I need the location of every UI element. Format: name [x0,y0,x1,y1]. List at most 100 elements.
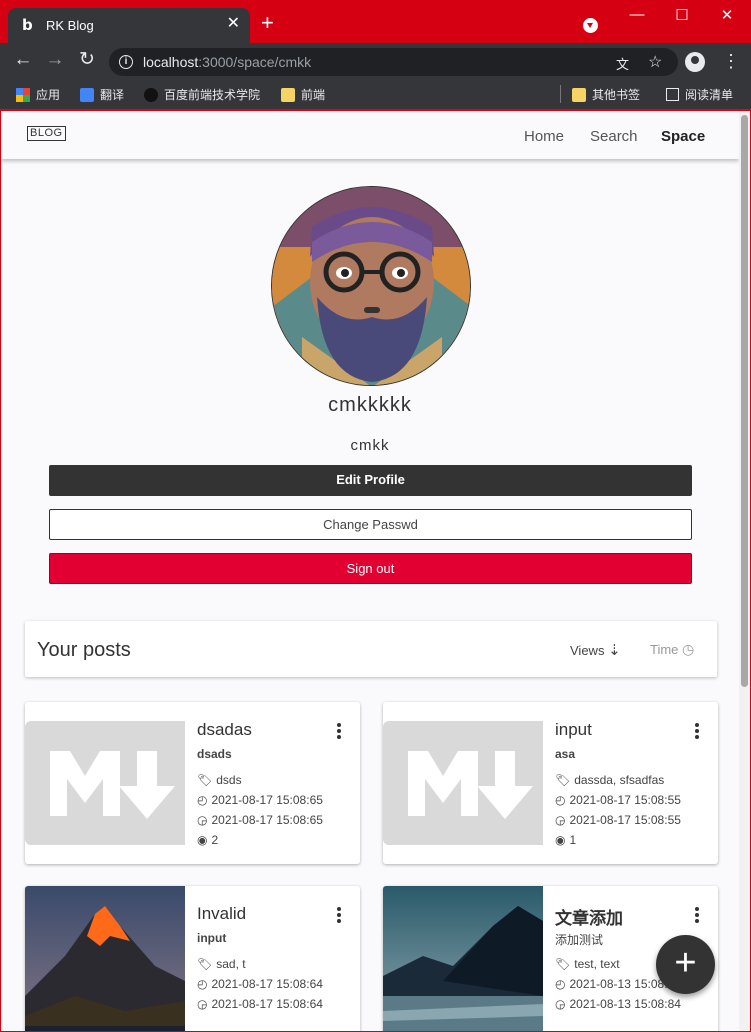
post-updated: ◶ 2021-08-13 15:08:84 [555,997,681,1011]
browser-menu-icon[interactable]: ⋮ [722,51,740,71]
post-title[interactable]: 文章添加 [555,904,623,929]
avatar [271,186,471,386]
page-content: BLOG Home Search Space cmkkkkk cmkk Edit… [1,111,739,1031]
sort-by-time[interactable]: Time ◷ [650,641,694,658]
post-created: ◴ 2021-08-17 15:08:65 [197,793,323,807]
maximize-icon[interactable]: ☐ [659,6,705,24]
post-card[interactable]: dsadas dsads 🏷 dsds ◴ 2021-08-17 15:08:65 … [25,702,360,864]
page-scrollbar[interactable] [739,111,750,1031]
plus-icon: + [674,942,697,984]
updated-clock-icon: ◶ [197,813,208,827]
forward-icon[interactable]: → [44,50,66,70]
site-info-icon[interactable]: i [119,55,133,69]
url-text[interactable]: localhost:3000/space/cmkk [143,54,311,70]
post-updated: ◶ 2021-08-17 15:08:55 [555,813,681,827]
bookmark-apps[interactable]: 应用 [16,86,60,103]
eye-icon: ◉ [555,833,566,847]
post-tags: 🏷 dsds [197,773,242,787]
post-views: ◉ 1 [555,833,577,847]
bookmarks-bar: 应用 翻译 百度前端技术学院 前端 其他书签 阅读清单 [0,79,751,110]
bookmark-other[interactable]: 其他书签 [572,86,640,103]
change-password-button[interactable]: Change Passwd [49,509,692,540]
eye-icon: ◉ [197,833,208,847]
app-header: BLOG Home Search Space [1,111,739,159]
title-bar: b RK Blog ✕ + — ☐ ✕ [0,0,751,43]
sort-by-views[interactable]: Views ⇣ [570,641,621,659]
star-icon[interactable]: ☆ [648,52,662,72]
updated-clock-icon: ◶ [555,997,566,1011]
post-created: ◴ 2021-08-13 15:08: [555,977,668,991]
post-title[interactable]: input [555,720,592,740]
created-clock-icon: ◴ [555,793,566,807]
post-tags: 🏷 dassda, sfsadfas [555,773,665,787]
post-updated: ◶ 2021-08-17 15:08:65 [197,813,323,827]
add-post-button[interactable]: + [656,935,715,994]
markdown-thumbnail [383,721,543,845]
more-options-icon[interactable] [331,722,347,740]
bookmark-frontend[interactable]: 前端 [281,86,325,103]
apps-icon [16,87,30,102]
display-name: cmkkkkk [328,394,412,416]
updated-clock-icon: ◶ [555,813,566,827]
address-bar[interactable]: i localhost:3000/space/cmkk 文 ☆ [109,48,678,76]
reading-list-icon [666,88,679,101]
nav-home[interactable]: Home [524,128,564,145]
post-created: ◴ 2021-08-17 15:08:55 [555,793,681,807]
account-icon[interactable] [685,52,705,72]
created-clock-icon: ◴ [555,977,566,991]
translate-icon[interactable]: 文 [616,54,629,73]
post-description: asa [555,747,576,761]
more-options-icon[interactable] [689,722,705,740]
tag-icon: 🏷 [555,957,571,971]
tag-icon: 🏷 [555,773,571,787]
more-options-icon[interactable] [689,906,705,924]
posts-title: Your posts [37,639,131,661]
post-title[interactable]: Invalid [197,904,246,924]
more-options-icon[interactable] [331,906,347,924]
sort-descending-icon: ⇣ [608,642,621,659]
created-clock-icon: ◴ [197,977,208,991]
new-tab-icon[interactable]: + [261,12,274,34]
markdown-thumbnail [25,721,185,845]
tab-search-icon[interactable] [583,18,598,33]
post-updated: ◶ 2021-08-17 15:08:64 [197,997,323,1011]
tag-icon: 🏷 [197,957,213,971]
post-description: 添加测试 [555,933,604,947]
mountain-sunset-thumbnail [25,886,185,1031]
close-window-icon[interactable]: ✕ [704,6,750,24]
post-tags: 🏷 sad, t [197,957,246,971]
back-icon[interactable]: ← [12,50,34,70]
divider [560,85,561,103]
blog-logo[interactable]: BLOG [27,126,66,141]
post-title[interactable]: dsadas [197,720,252,740]
post-created: ◴ 2021-08-17 15:08:64 [197,977,323,991]
folder-icon [281,87,295,102]
tab-favicon-icon: b [22,16,33,34]
reload-icon[interactable]: ↻ [76,50,98,70]
bookmark-translate[interactable]: 翻译 [80,86,124,103]
post-views: ◉ 2 [197,833,219,847]
tag-icon: 🏷 [197,773,213,787]
close-tab-icon[interactable]: ✕ [227,16,240,32]
folder-icon [572,87,586,102]
bookmark-baidu-fe[interactable]: 百度前端技术学院 [144,86,260,103]
post-description: dsads [197,747,232,761]
posts-header: Your posts Views ⇣ Time ◷ [25,621,717,677]
reading-list[interactable]: 阅读清单 [666,86,733,103]
minimize-icon[interactable]: — [614,6,660,23]
scrollbar-thumb[interactable] [741,115,748,687]
post-card[interactable]: input asa 🏷 dassda, sfsadfas ◴ 2021-08-17 … [383,702,718,864]
mountain-lake-thumbnail [383,886,543,1031]
google-translate-icon [80,87,94,102]
created-clock-icon: ◴ [197,793,208,807]
clock-icon: ◷ [682,641,695,657]
post-tags: 🏷 test, text [555,957,620,971]
browser-tab[interactable]: b RK Blog ✕ [8,8,250,43]
username: cmkk [350,437,390,454]
nav-search[interactable]: Search [590,128,638,145]
browser-toolbar: ← → ↻ i localhost:3000/space/cmkk 文 ☆ ⋮ [0,43,751,79]
sign-out-button[interactable]: Sign out [49,553,692,584]
edit-profile-button[interactable]: Edit Profile [49,465,692,496]
post-card[interactable]: Invalid input 🏷 sad, t ◴ 2021-08-17 15:08:… [25,886,360,1031]
nav-space[interactable]: Space [661,128,705,145]
